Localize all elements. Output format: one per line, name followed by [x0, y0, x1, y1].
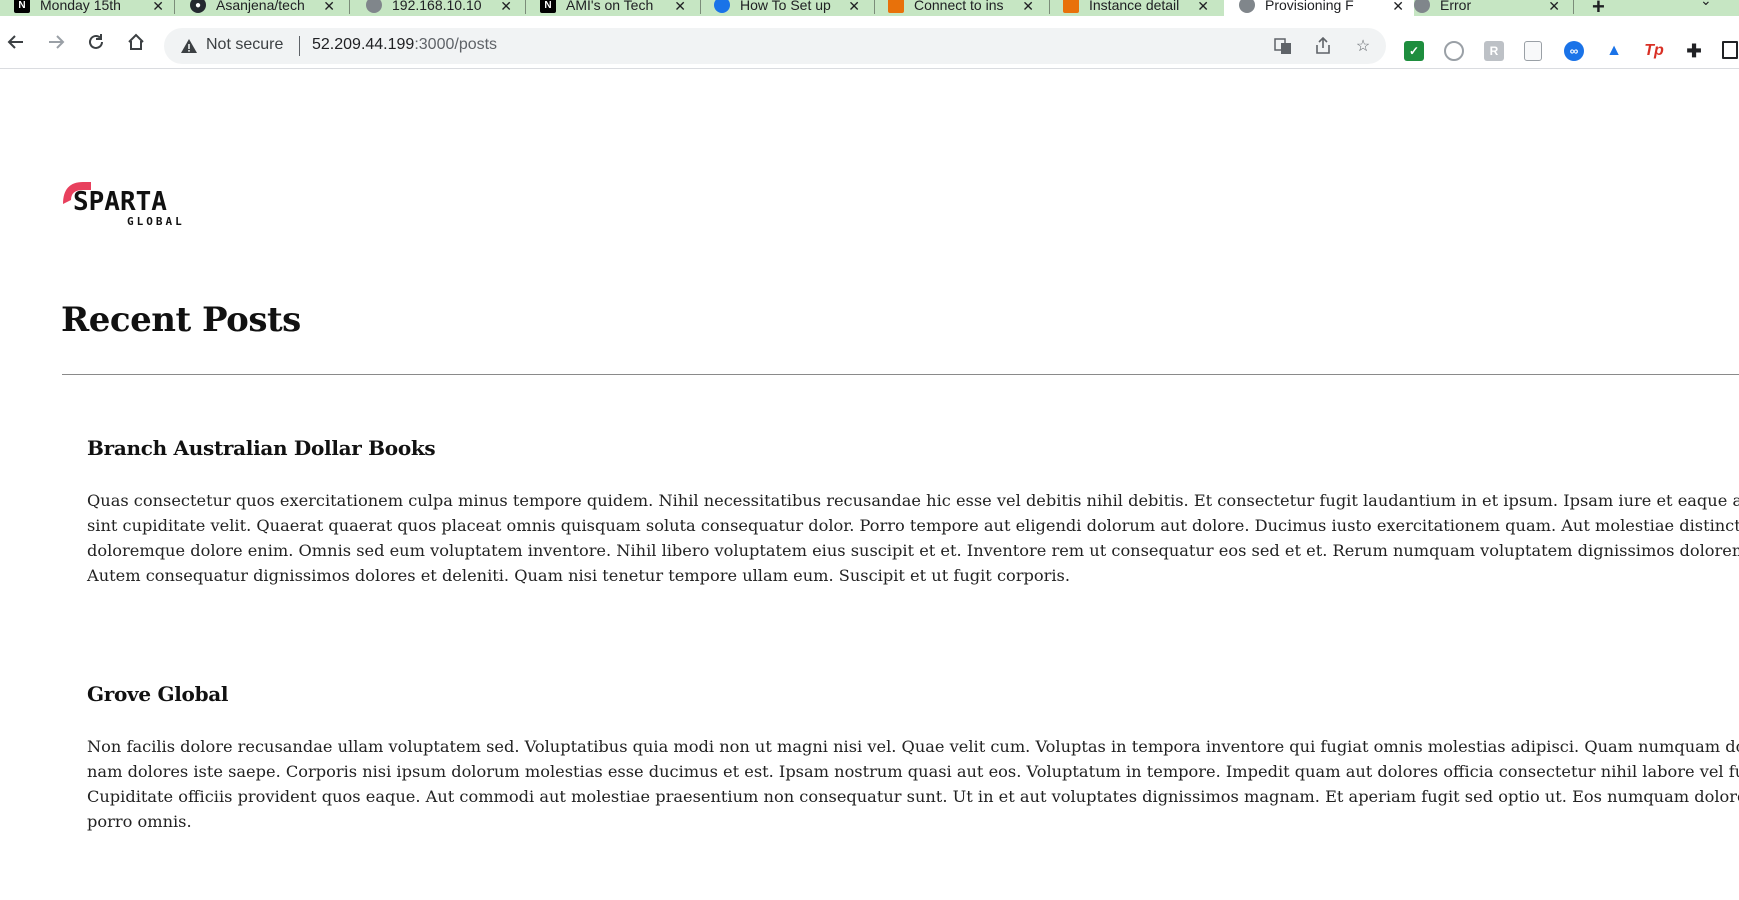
- check-extension-icon[interactable]: ✓: [1404, 41, 1424, 61]
- tab-separator: [1049, 0, 1050, 14]
- address-separator: [299, 36, 300, 56]
- post-body: Quas consectetur quos exercitationem cul…: [87, 491, 1739, 585]
- tab-title: Instance detail: [1089, 0, 1180, 13]
- tab-strip: N Monday 15th ✕ ● Asanjena/tech ✕ 192.16…: [0, 0, 1739, 16]
- tab-title: Error: [1440, 0, 1472, 13]
- address-bar[interactable]: Not secure 52.209.44.199:3000/posts ☆: [164, 28, 1386, 64]
- link-extension-icon[interactable]: ∞: [1564, 41, 1584, 61]
- tab-search-chevron-icon[interactable]: ⌄: [1700, 0, 1712, 9]
- r-extension-icon[interactable]: R: [1484, 41, 1504, 61]
- tab-github[interactable]: ● Asanjena/tech ✕: [190, 0, 335, 16]
- close-icon[interactable]: ✕: [674, 0, 686, 15]
- post-card: Branch Australian Dollar Books Quas cons…: [87, 436, 1739, 588]
- puzzle-extensions-icon[interactable]: ✚: [1684, 41, 1704, 61]
- tab-separator: [874, 0, 875, 14]
- globe-icon: [1239, 0, 1255, 13]
- url-host: 52.209.44.199: [312, 36, 415, 53]
- close-icon[interactable]: ✕: [152, 0, 164, 15]
- tab-title: Asanjena/tech: [216, 0, 305, 13]
- graduation-cap-icon[interactable]: ▲: [1604, 41, 1624, 61]
- close-icon[interactable]: ✕: [1022, 0, 1034, 15]
- aws-icon: [888, 0, 904, 13]
- url-path: :3000/posts: [414, 36, 498, 53]
- tp-extension-icon[interactable]: Tp: [1644, 41, 1664, 61]
- title-divider: [62, 374, 1739, 375]
- svg-text:SPARTA: SPARTA: [73, 187, 167, 217]
- tab-monday[interactable]: N Monday 15th ✕: [14, 0, 164, 16]
- tab-separator: [525, 0, 526, 14]
- home-icon[interactable]: [124, 30, 148, 54]
- close-icon[interactable]: ✕: [500, 0, 512, 15]
- tab-title: 192.168.10.10: [392, 0, 482, 13]
- tab-separator: [349, 0, 350, 14]
- tab-separator: [174, 0, 175, 14]
- bird-icon: [714, 0, 730, 13]
- close-icon[interactable]: ✕: [848, 0, 860, 15]
- close-icon[interactable]: ✕: [323, 0, 335, 15]
- sparta-global-logo: SPARTA GLOBAL: [61, 178, 191, 228]
- security-status[interactable]: Not secure: [206, 36, 283, 54]
- forward-arrow-icon[interactable]: [44, 30, 68, 54]
- document-extension-icon[interactable]: [1524, 41, 1542, 61]
- svg-text:GLOBAL: GLOBAL: [127, 215, 185, 228]
- tab-how-to[interactable]: How To Set up ✕: [714, 0, 860, 16]
- back-arrow-icon[interactable]: [4, 30, 28, 54]
- side-panel-icon[interactable]: [1722, 41, 1738, 59]
- translate-icon[interactable]: [1274, 37, 1292, 55]
- globe-icon: [366, 0, 382, 13]
- reload-icon[interactable]: [84, 30, 108, 54]
- tab-amis[interactable]: N AMI's on Tech ✕: [540, 0, 686, 16]
- tab-separator: [1573, 0, 1574, 14]
- tab-title: How To Set up: [740, 0, 831, 13]
- new-tab-icon[interactable]: +: [1592, 0, 1605, 16]
- tab-connect[interactable]: Connect to ins ✕: [888, 0, 1034, 16]
- globe-icon: [1414, 0, 1430, 13]
- circle-extension-icon[interactable]: [1444, 41, 1464, 61]
- notion-icon: N: [14, 0, 30, 13]
- tab-local-ip[interactable]: 192.168.10.10 ✕: [366, 0, 512, 16]
- tab-instance[interactable]: Instance detail ✕: [1063, 0, 1209, 16]
- tab-title: Connect to ins: [914, 0, 1004, 13]
- post-body: Non facilis dolore recusandae ullam volu…: [87, 737, 1739, 831]
- close-icon[interactable]: ✕: [1392, 0, 1404, 15]
- close-icon[interactable]: ✕: [1548, 0, 1560, 15]
- tab-separator: [700, 0, 701, 14]
- warning-icon[interactable]: [180, 37, 198, 55]
- tab-title: Monday 15th: [40, 0, 121, 13]
- post-card: Grove Global Non facilis dolore recusand…: [87, 682, 1739, 834]
- bookmark-star-icon[interactable]: ☆: [1354, 37, 1372, 55]
- post-title: Branch Australian Dollar Books: [87, 436, 436, 460]
- aws-icon: [1063, 0, 1079, 13]
- notion-icon: N: [540, 0, 556, 13]
- github-icon: ●: [190, 0, 206, 13]
- page-title: Recent Posts: [61, 300, 301, 340]
- close-icon[interactable]: ✕: [1197, 0, 1209, 15]
- share-icon[interactable]: [1314, 37, 1332, 55]
- tab-provisioning[interactable]: Provisioning F ✕: [1224, 0, 1414, 16]
- browser-toolbar: Not secure 52.209.44.199:3000/posts ☆ ✓ …: [0, 16, 1739, 69]
- tab-title: Provisioning F: [1265, 0, 1354, 13]
- tab-title: AMI's on Tech: [566, 0, 654, 13]
- post-title: Grove Global: [87, 682, 229, 706]
- url-text[interactable]: 52.209.44.199:3000/posts: [312, 36, 497, 54]
- tab-error[interactable]: Error ✕: [1414, 0, 1560, 16]
